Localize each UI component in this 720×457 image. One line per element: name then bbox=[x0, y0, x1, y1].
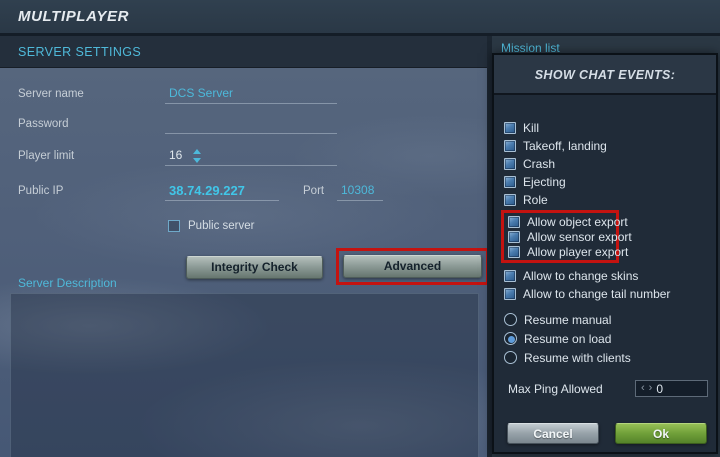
checkbox-unchecked-icon[interactable] bbox=[168, 220, 180, 232]
page-title: MULTIPLAYER bbox=[18, 8, 130, 25]
advanced-button[interactable]: Advanced bbox=[343, 255, 482, 278]
radio-unselected-icon[interactable] bbox=[504, 351, 517, 364]
checkbox-allow-player-export[interactable]: Allow player export bbox=[508, 244, 628, 259]
checkbox-label: Role bbox=[523, 193, 548, 207]
radio-label: Resume manual bbox=[524, 312, 612, 327]
checkbox-checked-icon[interactable] bbox=[504, 288, 516, 300]
decrement-arrow-icon[interactable]: ‹ bbox=[641, 381, 645, 396]
max-ping-label: Max Ping Allowed bbox=[508, 382, 603, 396]
radio-resume-manual[interactable]: Resume manual bbox=[504, 310, 631, 329]
checkbox-checked-icon[interactable] bbox=[508, 215, 520, 228]
checkbox-ejecting[interactable]: Ejecting bbox=[504, 173, 607, 191]
player-limit-label: Player limit bbox=[18, 150, 75, 162]
password-row: Password bbox=[0, 114, 487, 134]
max-ping-row: Max Ping Allowed ‹ › 0 bbox=[508, 380, 708, 398]
checkbox-allow-sensor-export[interactable]: Allow sensor export bbox=[508, 229, 632, 244]
radio-resume-on-load[interactable]: Resume on load bbox=[504, 329, 631, 348]
password-input[interactable] bbox=[165, 114, 337, 134]
player-limit-value: 16 bbox=[169, 148, 183, 162]
checkbox-label: Allow player export bbox=[527, 244, 629, 259]
max-ping-input[interactable]: ‹ › 0 bbox=[635, 380, 708, 397]
server-description-textarea[interactable] bbox=[10, 293, 479, 457]
server-description-label: Server Description bbox=[18, 276, 117, 290]
port-input[interactable]: 10308 bbox=[337, 181, 383, 201]
radio-resume-with-clients[interactable]: Resume with clients bbox=[504, 348, 631, 367]
checkbox-label: Allow sensor export bbox=[527, 229, 632, 244]
checkbox-role[interactable]: Role bbox=[504, 191, 607, 209]
checkbox-allow-change-tail-number[interactable]: Allow to change tail number bbox=[504, 285, 670, 303]
player-limit-input[interactable]: 16 bbox=[165, 146, 337, 166]
radio-label: Resume with clients bbox=[524, 350, 631, 365]
server-name-label: Server name bbox=[18, 88, 84, 100]
checkbox-label: Crash bbox=[523, 157, 556, 171]
server-settings-header: SERVER SETTINGS bbox=[0, 36, 487, 68]
dialog-title: SHOW CHAT EVENTS: bbox=[534, 68, 676, 82]
right-panel: Mission list SHOW CHAT EVENTS: Kill Take… bbox=[487, 36, 720, 457]
checkbox-checked-icon[interactable] bbox=[508, 245, 520, 258]
checkbox-label: Kill bbox=[523, 121, 540, 135]
checkbox-label: Allow object export bbox=[527, 214, 628, 229]
server-name-input[interactable]: DCS Server bbox=[165, 84, 337, 104]
checkbox-crash[interactable]: Crash bbox=[504, 155, 607, 173]
public-ip-row: Public IP 38.74.29.227 Port 10308 bbox=[0, 181, 487, 201]
checkbox-kill[interactable]: Kill bbox=[504, 119, 607, 137]
public-ip-label: Public IP bbox=[18, 185, 64, 197]
checkbox-label: Allow to change skins bbox=[523, 269, 639, 283]
radio-unselected-icon[interactable] bbox=[504, 313, 517, 326]
checkbox-checked-icon[interactable] bbox=[504, 176, 516, 188]
checkbox-checked-icon[interactable] bbox=[504, 270, 516, 282]
checkbox-allow-change-skins[interactable]: Allow to change skins bbox=[504, 267, 670, 285]
checkbox-checked-icon[interactable] bbox=[504, 140, 516, 152]
player-limit-row: Player limit 16 bbox=[0, 146, 487, 166]
increment-arrow-icon[interactable] bbox=[193, 149, 201, 154]
show-chat-events-dialog: SHOW CHAT EVENTS: Kill Takeoff, landing … bbox=[492, 53, 718, 454]
server-name-row: Server name DCS Server bbox=[0, 84, 487, 104]
cancel-button[interactable]: Cancel bbox=[507, 423, 599, 444]
port-label: Port bbox=[303, 185, 325, 197]
public-server-label: Public server bbox=[188, 220, 255, 232]
ok-button[interactable]: Ok bbox=[615, 423, 707, 444]
public-ip-value: 38.74.29.227 bbox=[165, 181, 279, 201]
export-options-highlight-box: Allow object export Allow sensor export … bbox=[501, 210, 632, 263]
integrity-check-button[interactable]: Integrity Check bbox=[186, 256, 323, 279]
checkbox-checked-icon[interactable] bbox=[504, 122, 516, 134]
dialog-title-bar: SHOW CHAT EVENTS: bbox=[494, 55, 716, 95]
radio-selected-icon[interactable] bbox=[504, 332, 517, 345]
checkbox-checked-icon[interactable] bbox=[504, 194, 516, 206]
max-ping-value: 0 bbox=[656, 381, 664, 396]
public-server-checkbox[interactable]: Public server bbox=[168, 218, 254, 234]
checkbox-label: Takeoff, landing bbox=[523, 139, 607, 153]
decrement-arrow-icon[interactable] bbox=[193, 158, 201, 163]
resume-mode-radio-group: Resume manual Resume on load Resume with… bbox=[504, 310, 631, 367]
checkbox-label: Ejecting bbox=[523, 175, 566, 189]
section-title: SERVER SETTINGS bbox=[18, 45, 142, 59]
chat-event-checkbox-group: Kill Takeoff, landing Crash Ejecting Rol… bbox=[504, 119, 607, 209]
advanced-highlight-box: Advanced bbox=[336, 248, 489, 285]
increment-arrow-icon[interactable]: › bbox=[649, 381, 653, 396]
checkbox-label: Allow to change tail number bbox=[523, 287, 671, 301]
checkbox-checked-icon[interactable] bbox=[504, 158, 516, 170]
topbar: MULTIPLAYER bbox=[0, 0, 720, 36]
change-options-checkbox-group: Allow to change skins Allow to change ta… bbox=[504, 267, 670, 303]
server-settings-panel: SERVER SETTINGS Server name DCS Server P… bbox=[0, 36, 489, 457]
checkbox-takeoff-landing[interactable]: Takeoff, landing bbox=[504, 137, 607, 155]
multiplayer-screen: MULTIPLAYER SERVER SETTINGS Server name … bbox=[0, 0, 720, 457]
radio-label: Resume on load bbox=[524, 331, 612, 346]
player-limit-stepper bbox=[193, 149, 203, 163]
password-label: Password bbox=[18, 118, 69, 130]
checkbox-allow-object-export[interactable]: Allow object export bbox=[508, 214, 628, 229]
checkbox-checked-icon[interactable] bbox=[508, 230, 520, 243]
